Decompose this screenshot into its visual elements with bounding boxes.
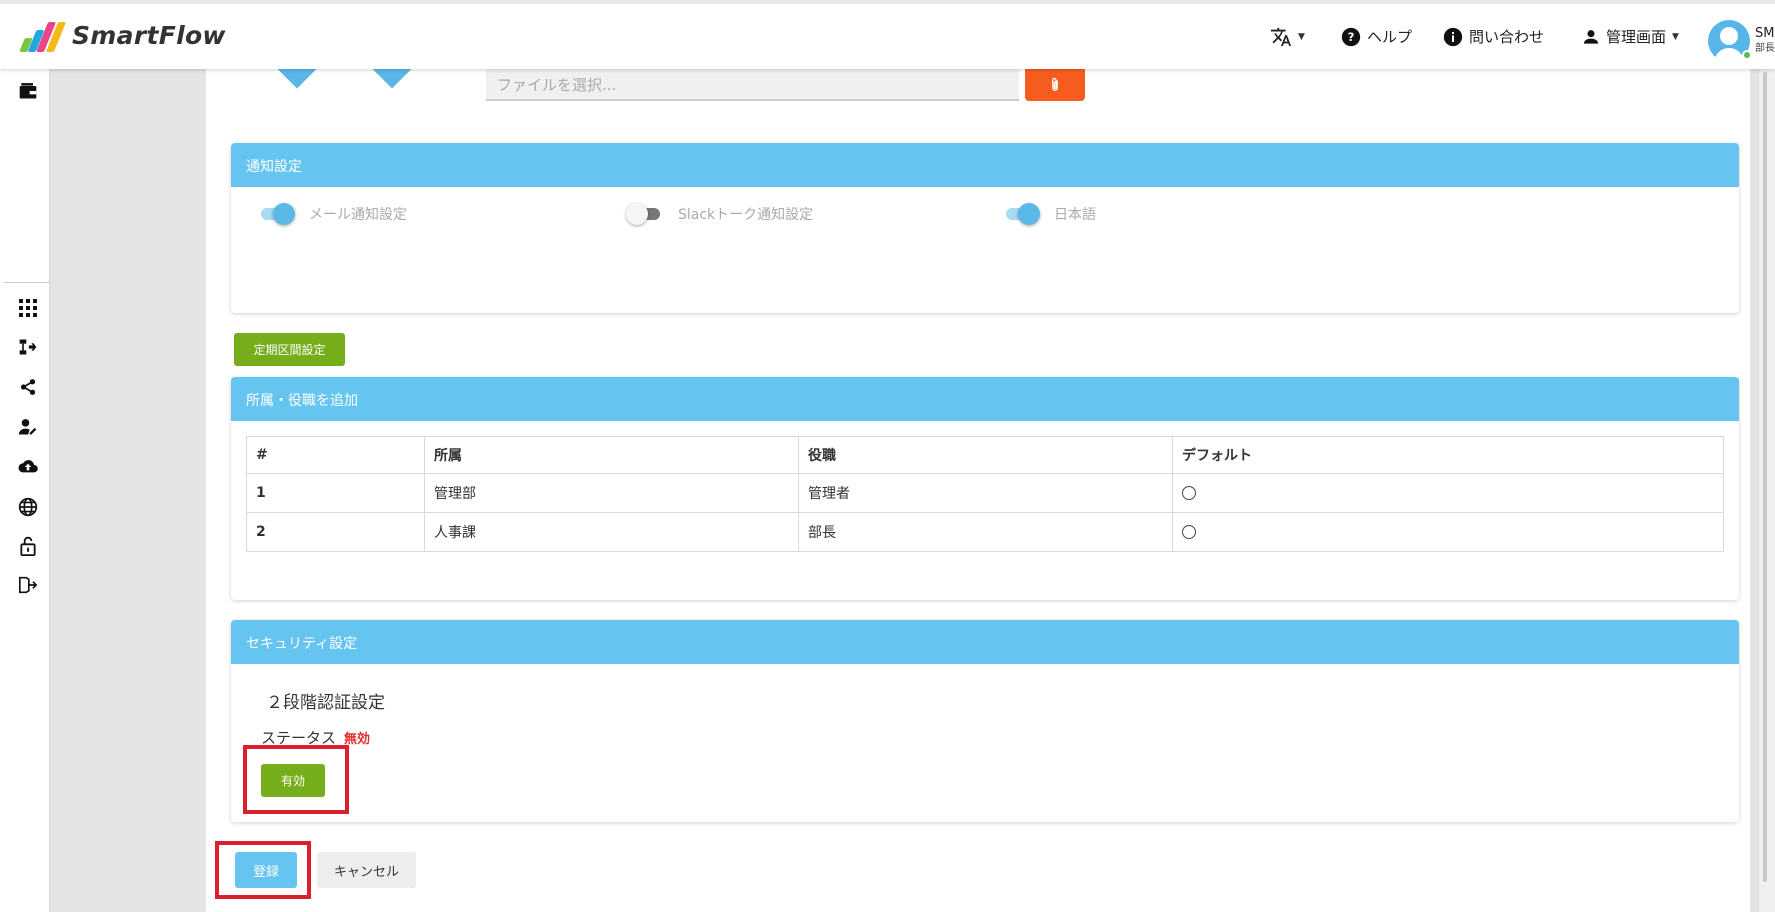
info-icon	[1443, 27, 1463, 46]
column-header-position: 役職	[798, 436, 1173, 474]
default-cell	[1172, 473, 1724, 513]
user-edit-icon[interactable]	[18, 417, 38, 437]
logout-icon[interactable]	[18, 575, 38, 595]
sidebar	[0, 69, 50, 912]
app-name: SmartFlow	[72, 20, 226, 50]
file-select-input[interactable]: ファイルを選択...	[486, 69, 1019, 101]
highlight-box-enable	[243, 745, 349, 814]
periodic-section-button[interactable]: 定期区間設定	[234, 333, 345, 366]
paperclip-icon	[1052, 77, 1058, 91]
toggle-mail-notification[interactable]: メール通知設定	[261, 203, 407, 225]
toggle-slack-notification[interactable]: Slackトーク通知設定	[626, 203, 814, 225]
highlight-box-register	[215, 841, 311, 899]
apps-grid-icon[interactable]	[18, 298, 38, 318]
unlock-icon[interactable]	[18, 536, 38, 556]
chevron-down-icon: ▼	[1672, 31, 1679, 42]
default-radio[interactable]	[1182, 486, 1196, 500]
help-link[interactable]: ? ヘルプ	[1341, 26, 1412, 47]
workflow-icon[interactable]	[18, 337, 38, 357]
file-input-placeholder: ファイルを選択...	[497, 76, 617, 94]
user-name: SM	[1755, 26, 1775, 41]
top-bar: SmartFlow ▼ ? ヘルプ 問い合わせ 管理画面 ▼ SM 部長	[0, 0, 1775, 69]
wallet-icon[interactable]	[18, 81, 38, 101]
toggle-label: メール通知設定	[309, 207, 407, 223]
smartflow-logo-icon	[18, 18, 67, 52]
panel-header: セキュリティ設定	[231, 620, 1739, 664]
language-menu[interactable]: ▼	[1270, 26, 1305, 48]
toggle-label: Slackトーク通知設定	[678, 207, 814, 223]
scrollbar-thumb[interactable]	[1763, 72, 1767, 882]
user-role: 部長	[1755, 43, 1775, 54]
column-header-default: デフォルト	[1172, 436, 1724, 474]
panel-header: 所属・役職を追加	[231, 377, 1739, 421]
person-icon	[1583, 29, 1599, 44]
affiliation-table: # 所属 役職 デフォルト 1 管理部 管理者 2 人事課 部長	[246, 436, 1724, 552]
share-icon[interactable]	[18, 377, 38, 397]
row-department: 人事課	[424, 512, 799, 552]
help-label: ヘルプ	[1367, 28, 1413, 46]
row-department: 管理部	[424, 473, 799, 513]
cloud-upload-icon[interactable]	[18, 457, 38, 477]
row-position: 部長	[798, 512, 1173, 552]
affiliation-panel: 所属・役職を追加 # 所属 役職 デフォルト 1 管理部 管理者 2 人事課 部…	[231, 377, 1739, 600]
app-logo[interactable]: SmartFlow	[18, 18, 226, 52]
default-radio[interactable]	[1182, 525, 1196, 539]
panel-header: 通知設定	[231, 143, 1739, 187]
help-icon: ?	[1341, 27, 1361, 46]
svg-text:?: ?	[1348, 30, 1355, 44]
table-row: 2 人事課 部長	[246, 512, 1724, 552]
row-number: 1	[246, 473, 425, 513]
admin-label: 管理画面	[1606, 28, 1667, 46]
column-header-number: #	[246, 436, 425, 474]
main-content: ファイルを選択... 通知設定 メール通知設定 Slackトーク通知設定 日本語…	[206, 37, 1750, 912]
table-header-row: # 所属 役職 デフォルト	[246, 436, 1724, 474]
security-settings-panel: セキュリティ設定 ２段階認証設定 ステータス 無効 有効	[231, 620, 1739, 822]
cancel-button[interactable]: キャンセル	[317, 852, 416, 888]
globe-icon[interactable]	[18, 497, 38, 517]
attach-button[interactable]	[1025, 69, 1085, 101]
column-header-department: 所属	[424, 436, 799, 474]
two-factor-title: ２段階認証設定	[266, 693, 385, 713]
notification-settings-panel: 通知設定 メール通知設定 Slackトーク通知設定 日本語	[231, 143, 1739, 313]
translate-icon	[1270, 27, 1292, 47]
toggle-label: 日本語	[1054, 207, 1096, 223]
chevron-down-icon: ▼	[1298, 32, 1305, 42]
contact-link[interactable]: 問い合わせ	[1443, 26, 1544, 47]
admin-menu[interactable]: 管理画面 ▼	[1581, 26, 1679, 47]
table-row: 1 管理部 管理者	[246, 473, 1724, 513]
row-position: 管理者	[798, 473, 1173, 513]
default-cell	[1172, 512, 1724, 552]
toggle-japanese[interactable]: 日本語	[1006, 203, 1096, 225]
contact-label: 問い合わせ	[1469, 28, 1545, 46]
row-number: 2	[246, 512, 425, 552]
user-info[interactable]: SM 部長	[1755, 26, 1775, 56]
online-status-dot	[1742, 50, 1752, 60]
